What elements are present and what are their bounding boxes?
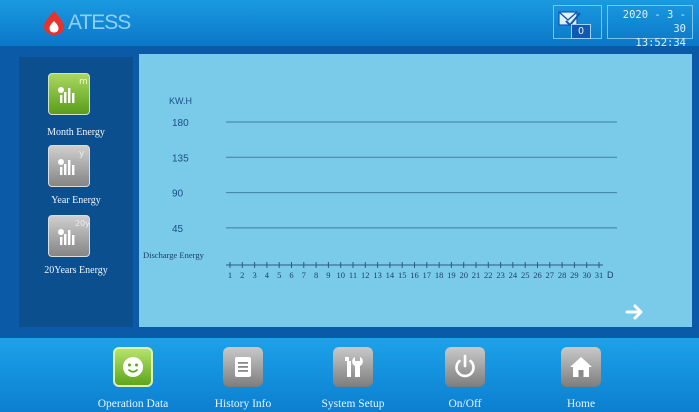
20years-energy-button[interactable]: 20y <box>48 215 90 257</box>
x-tick-label: 18 <box>435 270 444 280</box>
month-energy-button[interactable]: m <box>48 73 90 115</box>
x-tick-label: 28 <box>558 270 567 280</box>
series-label: Discharge Energy <box>143 250 205 260</box>
x-tick-label: 12 <box>361 270 370 280</box>
x-axis-unit: D <box>607 270 614 280</box>
message-count-badge: 0 <box>571 24 591 39</box>
svg-text:20y: 20y <box>75 219 89 228</box>
brand-name: ATESS <box>68 11 131 34</box>
x-tick-label: 25 <box>521 270 530 280</box>
month-energy-label: Month Energy <box>47 127 105 138</box>
x-tick-label: 9 <box>326 270 330 280</box>
year-energy-label: Year Energy <box>51 195 101 206</box>
document-icon <box>235 357 251 377</box>
x-tick-label: 17 <box>423 270 432 280</box>
x-tick-label: 23 <box>496 270 505 280</box>
x-tick-label: 3 <box>252 270 256 280</box>
tools-icon <box>345 357 363 377</box>
system-setup-button[interactable] <box>333 347 373 387</box>
energy-sidebar: m Month Energy y Year Energy 20y 20Years… <box>19 57 133 327</box>
x-tick-label: 24 <box>509 270 518 280</box>
x-tick-label: 26 <box>533 270 542 280</box>
time-text: 13:52:34 <box>635 37 686 49</box>
x-tick-label: 19 <box>447 270 456 280</box>
x-tick-label: 6 <box>289 270 293 280</box>
operation-data-button[interactable] <box>113 347 153 387</box>
y-tick-label: 180 <box>172 118 189 129</box>
x-tick-label: 14 <box>386 270 395 280</box>
brand-logo: ATESS <box>42 10 131 36</box>
svg-text:m: m <box>79 77 88 87</box>
energy-chart: KW.H 180 135 90 45 Discharge Energy 1 2 3 4 5 6 7 8 9 1… <box>139 54 692 327</box>
x-tick-label: 31 <box>595 270 604 280</box>
y-tick-label: 135 <box>172 153 189 164</box>
chart-icon: y <box>58 149 85 175</box>
next-arrow-icon[interactable] <box>625 303 647 321</box>
history-info-button[interactable] <box>223 347 263 387</box>
x-tick-label: 11 <box>349 270 357 280</box>
svg-text:y: y <box>79 149 85 159</box>
home-label: Home <box>566 398 596 410</box>
x-tick-label: 4 <box>265 270 270 280</box>
history-info-label: History Info <box>214 398 272 410</box>
x-tick-label: 21 <box>472 270 481 280</box>
chart-icon: m <box>58 77 88 103</box>
x-tick-label: 8 <box>314 270 318 280</box>
home-icon <box>570 357 592 377</box>
x-tick-label: 13 <box>373 270 382 280</box>
smiley-icon <box>123 357 143 377</box>
on-off-label: On/Off <box>448 398 482 410</box>
flame-icon <box>44 11 64 35</box>
x-tick-label: 5 <box>277 270 281 280</box>
x-tick-label: 29 <box>570 270 579 280</box>
y-tick-label: 45 <box>172 224 184 235</box>
x-tick-label: 15 <box>398 270 407 280</box>
x-tick-label: 10 <box>336 270 345 280</box>
home-button[interactable] <box>561 347 601 387</box>
chart-svg: KW.H1801359045Discharge Energy1 2 3 4 5 6 7 8 9 1… <box>143 96 617 280</box>
message-button[interactable]: 0 <box>553 5 602 39</box>
power-icon <box>455 354 475 378</box>
x-tick-label: 1 <box>228 270 232 280</box>
system-setup-label: System Setup <box>321 398 385 410</box>
x-tick-label: 16 <box>410 270 419 280</box>
x-tick-label: 7 <box>302 270 306 280</box>
x-tick-label: 20 <box>459 270 468 280</box>
x-tick-label: 27 <box>546 270 555 280</box>
x-tick-label: 2 <box>240 270 244 280</box>
20years-energy-label: 20Years Energy <box>44 265 108 276</box>
date-text: 2020 - 3 - 30 <box>622 9 686 35</box>
on-off-button[interactable] <box>445 347 485 387</box>
year-energy-button[interactable]: y <box>48 145 90 187</box>
y-axis-unit: KW.H <box>169 96 192 106</box>
chart-icon: 20y <box>58 219 90 245</box>
x-tick-label: 22 <box>484 270 493 280</box>
y-tick-label: 90 <box>172 189 184 200</box>
operation-data-label: Operation Data <box>97 398 169 410</box>
top-bar: ATESS 0 2020 - 3 - 30 13:52:34 <box>0 0 699 49</box>
datetime-display: 2020 - 3 - 30 13:52:34 <box>607 5 693 49</box>
x-tick-label: 30 <box>582 270 591 280</box>
